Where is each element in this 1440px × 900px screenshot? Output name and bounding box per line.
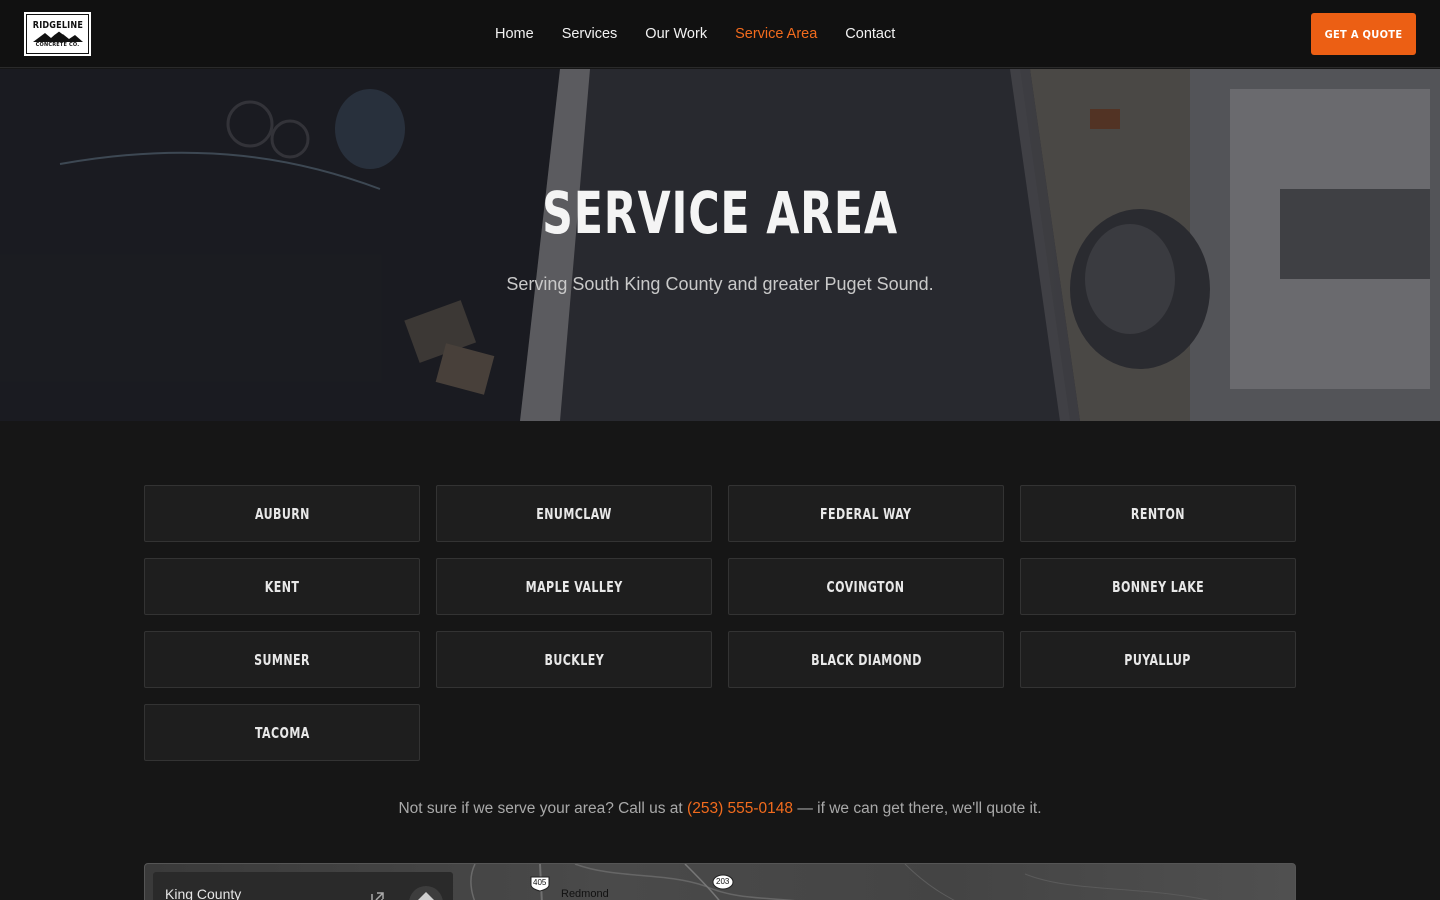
- area-card-buckley[interactable]: BUCKLEY: [436, 631, 712, 688]
- nav-home[interactable]: Home: [495, 26, 534, 42]
- site-header: RIDGELINE CONCRETE CO. Home Services Our…: [0, 0, 1440, 68]
- area-label: BLACK DIAMOND: [810, 650, 922, 669]
- area-card-black-diamond[interactable]: BLACK DIAMOND: [728, 631, 1004, 688]
- area-label: SUMNER: [254, 650, 310, 669]
- note-text-before: Not sure if we serve your area? Call us …: [398, 800, 688, 817]
- logo-wordmark: RIDGELINE: [32, 20, 83, 31]
- area-card-enumclaw[interactable]: ENUMCLAW: [436, 485, 712, 542]
- mountain-icon: [32, 31, 83, 42]
- area-label: COVINGTON: [827, 577, 905, 596]
- main-nav: Home Services Our Work Service Area Cont…: [495, 0, 923, 68]
- service-area-grid: AUBURN ENUMCLAW FEDERAL WAY RENTON KENT …: [144, 485, 1296, 761]
- hero-banner: SERVICE AREA Serving South King County a…: [0, 69, 1440, 421]
- area-card-tacoma[interactable]: TACOMA: [144, 704, 420, 761]
- map-place-label: Redmond: [561, 888, 609, 900]
- directions-icon[interactable]: [409, 886, 443, 900]
- area-card-auburn[interactable]: AUBURN: [144, 485, 420, 542]
- area-label: RENTON: [1130, 504, 1186, 523]
- phone-link[interactable]: (253) 555-0148: [687, 800, 793, 817]
- map-card-title: King County: [165, 886, 242, 900]
- area-label: KENT: [264, 577, 300, 596]
- page-title: SERVICE AREA: [542, 179, 898, 247]
- nav-service-area[interactable]: Service Area: [735, 26, 817, 42]
- area-card-sumner[interactable]: SUMNER: [144, 631, 420, 688]
- area-label: FEDERAL WAY: [820, 504, 912, 523]
- external-link-icon[interactable]: [367, 888, 387, 900]
- area-label: PUYALLUP: [1124, 650, 1192, 669]
- area-label: AUBURN: [254, 504, 310, 523]
- page-subtitle: Serving South King County and greater Pu…: [506, 274, 934, 294]
- highway-203-label: 203: [716, 877, 730, 886]
- highway-405-label: 405: [533, 878, 547, 887]
- get-a-quote-button[interactable]: GET A QUOTE: [1311, 13, 1416, 55]
- area-label: MAPLE VALLEY: [525, 577, 623, 596]
- logo-badge: RIDGELINE CONCRETE CO.: [26, 14, 89, 54]
- area-label: ENUMCLAW: [536, 504, 612, 523]
- service-area-map[interactable]: 405 203 Redmond King County: [144, 863, 1296, 900]
- map-info-card: King County: [153, 872, 453, 900]
- area-label: TACOMA: [254, 723, 310, 742]
- area-card-renton[interactable]: RENTON: [1020, 485, 1296, 542]
- company-logo[interactable]: RIDGELINE CONCRETE CO.: [24, 12, 91, 56]
- area-card-maple-valley[interactable]: MAPLE VALLEY: [436, 558, 712, 615]
- area-label: BUCKLEY: [544, 650, 604, 669]
- area-card-bonney-lake[interactable]: BONNEY LAKE: [1020, 558, 1296, 615]
- area-card-kent[interactable]: KENT: [144, 558, 420, 615]
- nav-our-work[interactable]: Our Work: [645, 26, 707, 42]
- area-label: BONNEY LAKE: [1111, 577, 1205, 596]
- area-card-puyallup[interactable]: PUYALLUP: [1020, 631, 1296, 688]
- area-card-federal-way[interactable]: FEDERAL WAY: [728, 485, 1004, 542]
- logo-subtitle: CONCRETE CO.: [35, 42, 80, 48]
- area-card-covington[interactable]: COVINGTON: [728, 558, 1004, 615]
- nav-contact[interactable]: Contact: [845, 26, 895, 42]
- service-area-note: Not sure if we serve your area? Call us …: [0, 800, 1440, 818]
- note-text-after: — if we can get there, we'll quote it.: [793, 800, 1042, 817]
- nav-services[interactable]: Services: [562, 26, 618, 42]
